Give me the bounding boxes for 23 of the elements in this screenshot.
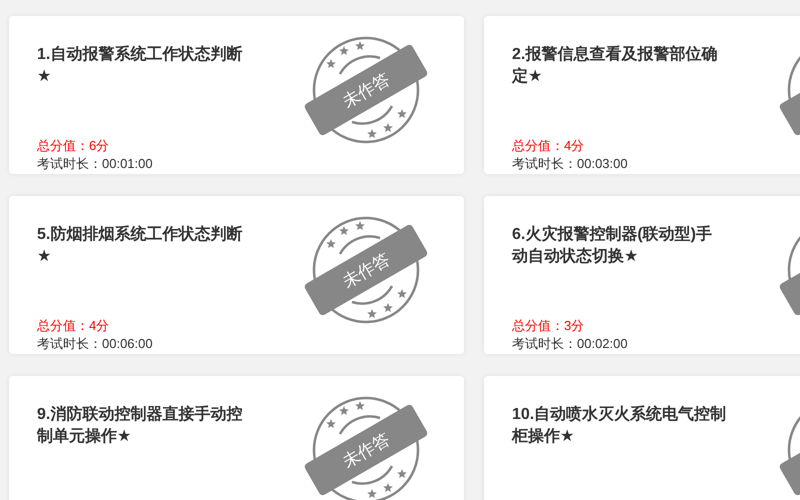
exam-duration: 考试时长：00:03:00 xyxy=(512,155,628,173)
question-card[interactable]: 2.报警信息查看及报警部位确定★ 总分值：4分 考试时长：00:03:00 xyxy=(484,16,800,174)
question-card[interactable]: 6.火灾报警控制器(联动型)手动自动状态切换★ 总分值：3分 考试时长：00:02:00 xyxy=(484,196,800,354)
exam-duration: 考试时长：00:06:00 xyxy=(37,335,153,353)
total-score: 总分值：3分 xyxy=(512,317,584,335)
exam-duration: 考试时长：00:01:00 xyxy=(37,155,153,173)
question-card[interactable]: 1.自动报警系统工作状态判断★ 总分值：6分 考试时长：00:01:00 未作答 xyxy=(9,16,464,174)
status-stamp: 未作答 xyxy=(303,223,429,317)
question-title: 5.防烟排烟系统工作状态判断★ xyxy=(37,224,244,267)
question-card[interactable]: 9.消防联动控制器直接手动控制单元操作★ 未作答 xyxy=(9,376,464,500)
question-card[interactable]: 5.防烟排烟系统工作状态判断★ 总分值：4分 考试时长：00:06:00 未作答 xyxy=(9,196,464,354)
total-score: 总分值：4分 xyxy=(37,317,110,335)
question-title: 6.火灾报警控制器(联动型)手动自动状态切换★ xyxy=(512,224,713,267)
question-title: 10.自动喷水灭火系统电气控制柜操作★ xyxy=(512,404,727,447)
status-stamp: 未作答 xyxy=(303,43,429,137)
question-title: 2.报警信息查看及报警部位确定★ xyxy=(512,44,718,87)
status-stamp: 未作答 xyxy=(303,403,429,497)
question-title: 1.自动报警系统工作状态判断★ xyxy=(37,44,244,87)
total-score: 总分值：6分 xyxy=(37,137,110,155)
exam-duration: 考试时长：00:02:00 xyxy=(512,335,628,353)
question-title: 9.消防联动控制器直接手动控制单元操作★ xyxy=(37,404,244,447)
question-card[interactable]: 10.自动喷水灭火系统电气控制柜操作★ xyxy=(484,376,800,500)
total-score: 总分值：4分 xyxy=(512,137,584,155)
